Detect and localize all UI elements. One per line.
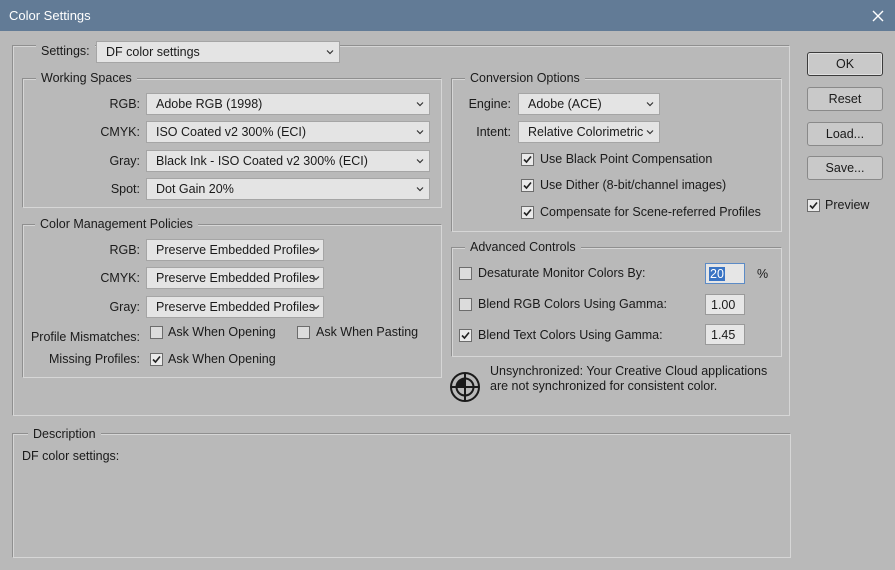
ws-spot-label: Spot: [110,182,140,196]
ws-spot-value: Dot Gain 20% [156,182,234,196]
policies-title: Color Management Policies [35,217,198,231]
policy-gray-label: Gray: [109,300,140,314]
intent-value: Relative Colorimetric [528,125,644,139]
missing-ask-opening-checkbox[interactable] [150,353,163,366]
conversion-title: Conversion Options [465,71,585,85]
desaturate-label: Desaturate Monitor Colors By: [478,266,646,280]
blend-text-value: 1.45 [711,328,736,342]
profile-mismatches-label: Profile Mismatches: [30,330,140,344]
sync-message-line1: Unsynchronized: Your Creative Cloud appl… [490,364,768,378]
advanced-title: Advanced Controls [465,240,581,254]
ws-gray-value: Black Ink - ISO Coated v2 300% (ECI) [156,154,368,168]
black-point-checkbox[interactable] [521,153,534,166]
load-button[interactable]: Load... [807,122,883,146]
policy-rgb-label: RGB: [109,243,140,257]
policy-gray-value: Preserve Embedded Profiles [156,300,316,314]
chevron-down-icon [646,102,654,107]
policy-cmyk-label: CMYK: [100,271,140,285]
dither-checkbox[interactable] [521,179,534,192]
scene-referred-label: Compensate for Scene-referred Profiles [540,205,761,219]
ws-rgb-label: RGB: [109,97,140,111]
checkmark-icon [523,181,532,190]
ws-rgb-value: Adobe RGB (1998) [156,97,263,111]
sync-message-line2: are not synchronized for consistent colo… [490,379,718,393]
checkmark-icon [523,155,532,164]
preview-checkbox[interactable] [807,199,820,212]
mismatch-ask-pasting-checkbox[interactable] [297,326,310,339]
chevron-down-icon [416,187,424,192]
blend-text-checkbox[interactable] [459,329,472,342]
working-spaces-title: Working Spaces [36,71,137,85]
chevron-down-icon [416,130,424,135]
engine-select[interactable]: Adobe (ACE) [518,93,660,115]
policy-cmyk-select[interactable]: Preserve Embedded Profiles [146,267,324,289]
policy-gray-select[interactable]: Preserve Embedded Profiles [146,296,324,318]
chevron-down-icon [312,276,320,281]
ws-cmyk-label: CMYK: [100,125,140,139]
preview-label: Preview [825,198,870,212]
settings-value: DF color settings [106,45,200,59]
sync-status-icon [450,372,480,402]
checkmark-icon [152,355,161,364]
ws-cmyk-select[interactable]: ISO Coated v2 300% (ECI) [146,121,430,143]
settings-label: Settings: [36,44,95,58]
desaturate-checkbox[interactable] [459,267,472,280]
ws-gray-select[interactable]: Black Ink - ISO Coated v2 300% (ECI) [146,150,430,172]
close-icon[interactable] [861,0,895,31]
desaturate-value: 20 [709,267,725,281]
ws-gray-label: Gray: [109,154,140,168]
mismatch-ask-opening-label: Ask When Opening [168,325,276,339]
chevron-down-icon [646,130,654,135]
checkmark-icon [523,208,532,217]
missing-profiles-label: Missing Profiles: [49,352,140,366]
engine-label: Engine: [468,97,511,111]
checkmark-icon [809,201,818,210]
blend-rgb-input[interactable]: 1.00 [705,294,745,315]
engine-value: Adobe (ACE) [528,97,602,111]
policy-rgb-value: Preserve Embedded Profiles [156,243,316,257]
ok-button[interactable]: OK [807,52,883,76]
policy-rgb-select[interactable]: Preserve Embedded Profiles [146,239,324,261]
checkmark-icon [461,331,470,340]
intent-select[interactable]: Relative Colorimetric [518,121,660,143]
ws-cmyk-value: ISO Coated v2 300% (ECI) [156,125,307,139]
missing-ask-opening-label: Ask When Opening [168,352,276,366]
ws-rgb-select[interactable]: Adobe RGB (1998) [146,93,430,115]
ws-spot-select[interactable]: Dot Gain 20% [146,178,430,200]
save-button[interactable]: Save... [807,156,883,180]
title-bar: Color Settings [0,0,895,31]
blend-text-input[interactable]: 1.45 [705,324,745,345]
desaturate-unit: % [757,267,769,281]
window-title: Color Settings [9,8,91,23]
blend-rgb-checkbox[interactable] [459,298,472,311]
chevron-down-icon [416,159,424,164]
blend-text-label: Blend Text Colors Using Gamma: [478,328,663,342]
mismatch-ask-pasting-label: Ask When Pasting [316,325,419,339]
black-point-label: Use Black Point Compensation [540,152,713,166]
policy-cmyk-value: Preserve Embedded Profiles [156,271,316,285]
chevron-down-icon [312,248,320,253]
desaturate-input[interactable]: 20 [705,263,745,284]
scene-referred-checkbox[interactable] [521,206,534,219]
description-group [12,433,791,558]
chevron-down-icon [326,50,334,55]
mismatch-ask-opening-checkbox[interactable] [150,326,163,339]
description-text: DF color settings: [22,449,120,463]
chevron-down-icon [416,102,424,107]
blend-rgb-value: 1.00 [711,298,736,312]
settings-select[interactable]: DF color settings [96,41,340,63]
reset-button[interactable]: Reset [807,87,883,111]
chevron-down-icon [312,305,320,310]
dither-label: Use Dither (8-bit/channel images) [540,178,727,192]
blend-rgb-label: Blend RGB Colors Using Gamma: [478,297,667,311]
description-title: Description [28,427,101,441]
intent-label: Intent: [476,125,511,139]
